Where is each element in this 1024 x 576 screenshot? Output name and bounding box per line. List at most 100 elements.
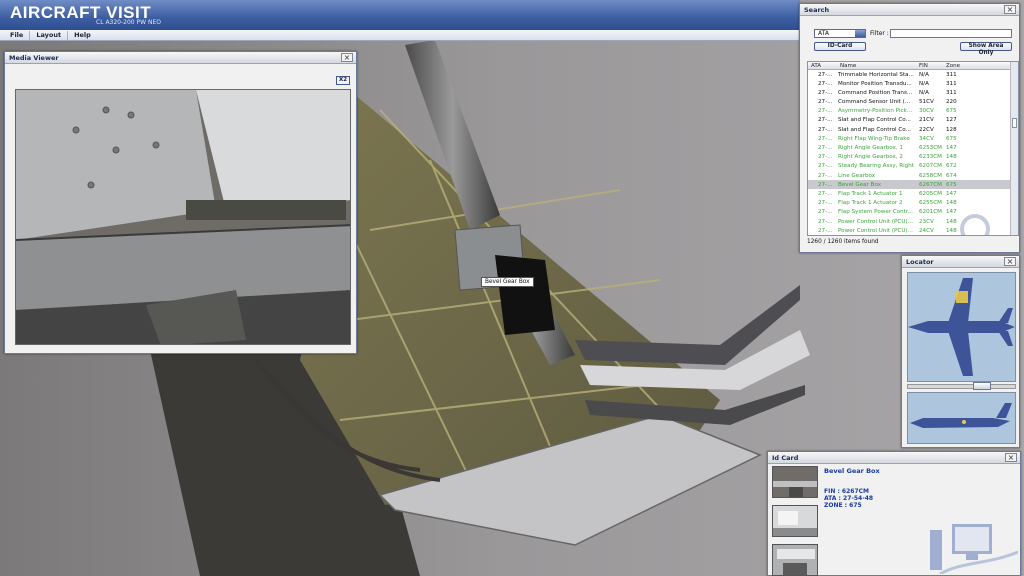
cell-name: Steady Bearing Assy, Right <box>838 163 914 170</box>
table-row[interactable]: 27-... Slat and Flap Control Co... 21CV 127 <box>808 116 1018 125</box>
id-card-title: Id Card <box>772 454 799 462</box>
media-photo[interactable] <box>15 89 351 345</box>
table-row[interactable]: 27-... Right Flap Wing-Tip Brake 34CV 675 <box>808 134 1018 143</box>
cell-ata: 27-... <box>818 200 833 207</box>
cell-fin: N/A <box>919 71 929 78</box>
cell-ata: 27-... <box>818 99 833 106</box>
cell-ata: 27-... <box>818 190 833 197</box>
cell-fin: 6258CM <box>919 172 942 179</box>
cell-ata: 27-... <box>818 117 833 124</box>
part-thumbnail[interactable] <box>772 505 818 537</box>
cell-zone: 147 <box>946 145 957 151</box>
table-row[interactable]: 27-... Line Gearbox 6258CM 674 <box>808 171 1018 180</box>
cell-name: Right Flap Wing-Tip Brake <box>838 135 910 142</box>
locator-header: Locator × <box>902 256 1019 268</box>
column-ata[interactable]: ATA <box>811 63 821 69</box>
cell-zone: 311 <box>946 71 957 78</box>
show-area-only-button[interactable]: Show Area Only <box>960 42 1012 56</box>
locator-close-button[interactable]: × <box>1004 257 1016 266</box>
cell-zone: 311 <box>946 89 957 96</box>
table-row[interactable]: 27-... Flap Track 1 Actuator 1 6205CM 147 <box>808 189 1018 198</box>
cell-fin: 23CV <box>919 218 934 225</box>
table-row[interactable]: 27-... Asymmetry-Position Pick... 30CV 675 <box>808 107 1018 116</box>
part-tooltip: Bevel Gear Box <box>481 277 534 287</box>
table-row[interactable]: 27-... Command Position Trans... N/A 311 <box>808 88 1018 97</box>
locator-top-view[interactable] <box>907 272 1016 382</box>
cell-fin: 6267CM <box>919 181 942 188</box>
results-scrollbar[interactable] <box>1010 62 1018 235</box>
app-title-bar: AIRCRAFT VISIT CL A320-200 PW NEO <box>0 0 800 30</box>
cell-ata: 27-... <box>818 135 833 142</box>
menu-layout[interactable]: Layout <box>30 30 69 40</box>
zoom-x2-button[interactable]: X2 <box>336 76 350 85</box>
part-ata: ATA : 27-54-48 <box>824 495 874 502</box>
cell-fin: N/A <box>919 89 929 96</box>
table-row[interactable]: 27-... Bevel Gear Box 6267CM 675 <box>808 180 1018 190</box>
table-header: ATA Name FIN Zone <box>808 62 1018 70</box>
filter-input[interactable] <box>890 29 1012 38</box>
locator-slider-handle[interactable] <box>973 382 991 390</box>
locator-side-view[interactable] <box>907 392 1016 444</box>
locator-slider-track[interactable] <box>907 384 1016 389</box>
cell-ata: 27-... <box>818 145 833 151</box>
cell-name: Slat and Flap Control Co... <box>838 126 911 133</box>
cell-name: Command Sensor Unit (... <box>838 99 911 106</box>
cell-fin: 30CV <box>919 108 934 115</box>
media-viewer-close-button[interactable]: × <box>341 53 353 62</box>
chevron-down-icon[interactable] <box>855 30 865 37</box>
cell-fin: 6255CM <box>919 200 942 207</box>
locator-title: Locator <box>906 258 934 266</box>
cell-fin: 6201CM <box>919 209 942 216</box>
locator-panel: Locator × <box>901 255 1020 448</box>
search-mode-select[interactable]: ATA <box>814 29 866 38</box>
cell-fin: N/A <box>919 80 929 87</box>
column-zone[interactable]: Zone <box>946 63 960 69</box>
column-name[interactable]: Name <box>840 63 856 69</box>
cell-ata: 27-... <box>818 89 833 96</box>
menu-help[interactable]: Help <box>68 31 97 40</box>
cell-name: Flap System Power Contr... <box>838 209 914 216</box>
scrollbar-thumb[interactable] <box>1012 118 1017 128</box>
table-row[interactable]: 27-... Command Sensor Unit (... 51CV 220 <box>808 98 1018 107</box>
search-mode-value: ATA <box>818 30 829 37</box>
id-card-close-button[interactable]: × <box>1005 453 1017 462</box>
cell-zone: 672 <box>946 163 957 170</box>
part-thumbnail[interactable] <box>772 544 818 576</box>
cell-ata: 27-... <box>818 227 833 234</box>
cell-name: Flap Track 1 Actuator 2 <box>838 200 903 207</box>
cell-fin: 51CV <box>919 99 934 106</box>
cell-name: Flap Track 1 Actuator 1 <box>838 190 903 197</box>
cell-zone: 220 <box>946 99 957 106</box>
search-close-button[interactable]: × <box>1004 5 1016 14</box>
menu-bar: File Layout Help <box>0 30 800 41</box>
cell-fin: 21CV <box>919 117 934 124</box>
cell-ata: 27-... <box>818 154 833 161</box>
table-row[interactable]: 27-... Trimmable Horizontal Sta... N/A 311 <box>808 70 1018 79</box>
menu-file[interactable]: File <box>4 30 31 40</box>
table-row[interactable]: 27-... Slat and Flap Control Co... 22CV 128 <box>808 125 1018 134</box>
id-card-button[interactable]: ID-Card <box>814 42 866 51</box>
cell-name: Right Angle Gearbox, 2 <box>838 154 903 161</box>
cell-zone: 675 <box>946 135 957 142</box>
cell-zone: 148 <box>946 227 957 234</box>
column-fin[interactable]: FIN <box>919 63 928 69</box>
cell-ata: 27-... <box>818 218 833 225</box>
table-row[interactable]: 27-... Right Angle Gearbox, 1 6253CM 147 <box>808 144 1018 153</box>
cell-zone: 148 <box>946 154 957 161</box>
table-row[interactable]: 27-... Steady Bearing Assy, Right 6207CM 67… <box>808 162 1018 171</box>
magnifier-icon <box>960 214 990 235</box>
cell-ata: 27-... <box>818 163 833 170</box>
search-title: Search <box>804 6 830 14</box>
cell-zone: 147 <box>946 209 957 216</box>
cell-zone: 148 <box>946 200 957 207</box>
table-row[interactable]: 27-... Right Angle Gearbox, 2 6233CM 148 <box>808 153 1018 162</box>
search-header: Search × <box>800 4 1019 16</box>
cell-fin: 22CV <box>919 126 934 133</box>
table-row[interactable]: 27-... Monitor Position Transdu... N/A 311 <box>808 79 1018 88</box>
cell-fin: 6205CM <box>919 190 942 197</box>
cell-zone: 148 <box>946 218 957 225</box>
computer-icon <box>930 524 1018 574</box>
table-row[interactable]: 27-... Flap Track 1 Actuator 2 6255CM 148 <box>808 199 1018 208</box>
part-thumbnail[interactable] <box>772 466 818 498</box>
cell-fin: 24CV <box>919 227 934 234</box>
